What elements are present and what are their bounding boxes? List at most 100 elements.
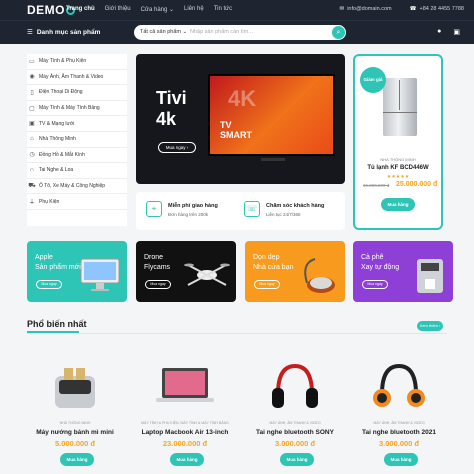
- promo-drone[interactable]: Drone Flycams Mua ngay: [136, 241, 236, 302]
- sidebar-item[interactable]: ▢ Máy Tính & Máy Tính Bảng: [27, 101, 127, 117]
- phone-icon: ▯: [30, 89, 34, 96]
- sidebar-item[interactable]: ⛟ Ô Tô, Xe Máy & Công Nghiệp: [27, 179, 127, 195]
- tv-icon: ▣: [29, 121, 35, 128]
- search-box: Tất cả sản phẩm ⌄ Nhập sản phẩm cần tìm.…: [134, 25, 346, 40]
- user-icon[interactable]: ●: [437, 28, 441, 36]
- fridge-image[interactable]: [383, 78, 417, 136]
- nav-home[interactable]: Trang chủ: [66, 6, 95, 13]
- tv-image: 4K TV SMART: [208, 74, 335, 156]
- tablet-icon: ▢: [29, 105, 35, 112]
- product-card: MÁY ẢNH, ÂM THANH & VIDEO Tai nghe bluet…: [240, 346, 350, 474]
- search-category-select[interactable]: Tất cả sản phẩm ⌄: [140, 29, 187, 35]
- nav-contact[interactable]: Liên hệ: [184, 6, 204, 13]
- main-nav: Trang chủ Giới thiệu Cửa hàng ⌄ Liên hệ …: [66, 6, 232, 13]
- rating-stars: ★★★★★: [386, 174, 410, 180]
- sidebar-item[interactable]: ▭ Máy Tính & Phụ Kiện: [27, 54, 127, 70]
- buy-button[interactable]: Mua hàng: [384, 453, 418, 466]
- product-price: 3.000.000 đ: [378, 439, 420, 448]
- nav-about[interactable]: Giới thiệu: [105, 6, 131, 13]
- user-actions: ● ▣: [437, 28, 460, 36]
- product-name[interactable]: Tai nghe bluetooth 2021: [344, 429, 454, 436]
- contact-info: ✉ info@domain.com ☎ +84 28 4455 7788: [340, 6, 464, 12]
- search-input[interactable]: Nhập sản phẩm cần tìm...: [190, 29, 253, 35]
- headphone-image[interactable]: [262, 362, 328, 412]
- headphone-image[interactable]: [366, 362, 432, 412]
- deal-card: Giảm giá NHÀ THÔNG MINH Tủ lạnh KF BCD44…: [353, 54, 443, 230]
- laptop-image[interactable]: [152, 362, 218, 412]
- product-name[interactable]: Laptop Macbook Air 13-inch: [130, 429, 240, 436]
- watch-icon: ◷: [29, 152, 35, 159]
- phone-link[interactable]: ☎ +84 28 4455 7788: [410, 6, 464, 12]
- section-divider: [27, 333, 447, 334]
- deal-product-name[interactable]: Tủ lạnh KF BCD446W: [355, 165, 441, 171]
- sidebar-item[interactable]: ∩ Tai Nghe & Loa: [27, 163, 127, 179]
- sidebar-item-label: Tai Nghe & Loa: [39, 167, 74, 174]
- deal-buy-button[interactable]: Mua hàng: [381, 198, 415, 211]
- category-sidebar: ▭ Máy Tính & Phụ Kiện ◉ Máy Ảnh, Âm Thanh &…: [27, 54, 127, 226]
- laptop-icon: ▭: [29, 58, 35, 65]
- toaster-image[interactable]: [42, 362, 108, 412]
- nav-shop[interactable]: Cửa hàng ⌄: [141, 6, 174, 13]
- buy-button[interactable]: Mua hàng: [280, 453, 314, 466]
- sidebar-item-label: TV & Mạng lưới: [39, 120, 75, 127]
- hero-buy-button[interactable]: Mua ngay ›: [158, 142, 196, 153]
- product-price: 3.000.000 đ: [274, 439, 316, 448]
- phone-icon: ☎: [409, 6, 417, 12]
- map-icon: ⌖: [146, 201, 162, 217]
- car-icon: ⛟: [28, 183, 36, 190]
- email-link[interactable]: ✉ info@domain.com: [340, 6, 392, 12]
- promo-apple-button[interactable]: Mua ngay: [36, 280, 62, 289]
- sidebar-item-label: Máy Tính & Phụ Kiện: [39, 58, 87, 65]
- old-price: 36.000.000 đ: [363, 183, 390, 188]
- drone-image: [184, 263, 230, 286]
- sidebar-item[interactable]: ⏚ Phụ Kiện: [27, 194, 127, 210]
- sidebar-item[interactable]: ◷ Đồng Hồ & Mắt Kính: [27, 148, 127, 164]
- top-bar: DEMO Trang chủ Giới thiệu Cửa hàng ⌄ Liê…: [0, 0, 474, 20]
- sidebar-item-label: Máy Tính & Máy Tính Bảng: [39, 105, 100, 112]
- deal-price: 25.000.000 đ: [396, 181, 438, 188]
- promo-apple[interactable]: Apple Sản phẩm mới Mua ngay: [27, 241, 127, 302]
- product-card: MÁY TÍNH & PHỤ KIỆN, MÁY TÍNH & MÁY TÍNH…: [130, 346, 240, 474]
- product-card: MÁY ẢNH, ÂM THANH & VIDEO Tai nghe bluet…: [344, 346, 454, 474]
- mail-icon: ✉: [339, 6, 345, 12]
- sidebar-item[interactable]: ◉ Máy Ảnh, Âm Thanh & Video: [27, 70, 127, 86]
- menu-icon: ☰: [27, 29, 33, 36]
- features-bar: ⌖ Miễn phí giao hàng Đơn hàng trên 200k …: [136, 192, 345, 230]
- sidebar-item-label: Nhà Thông Minh: [39, 136, 76, 143]
- hero-title: Tivi 4k: [156, 88, 187, 129]
- sidebar-item-label: Đồng Hồ & Mắt Kính: [39, 151, 85, 158]
- product-price: 5.000.000 đ: [54, 439, 96, 448]
- home-icon: ⌂: [30, 136, 34, 143]
- sidebar-item[interactable]: ▯ Điện Thoại Di Động: [27, 85, 127, 101]
- sidebar-item[interactable]: ▣ TV & Mạng lưới: [27, 116, 127, 132]
- product-name[interactable]: Máy nướng bánh mì mini: [20, 429, 130, 436]
- plug-icon: ⏚: [28, 200, 35, 207]
- product-name[interactable]: Tai nghe bluetooth SONY: [240, 429, 350, 436]
- promo-coffee-button[interactable]: Mua ngay: [362, 280, 388, 289]
- popular-section-title: Phổ biến nhất: [27, 319, 87, 329]
- promo-cleaning[interactable]: Dọn dẹp Nhà cửa bạn Mua ngay: [245, 241, 345, 302]
- category-menu-button[interactable]: ☰ Danh mục sản phẩm: [27, 28, 100, 36]
- see-more-button[interactable]: Xem thêm ›: [417, 321, 443, 331]
- sidebar-item-label: Điện Thoại Di Động: [39, 89, 83, 96]
- search-bar: ☰ Danh mục sản phẩm Tất cả sản phẩm ⌄ Nhậ…: [0, 20, 474, 44]
- discount-badge: Giảm giá: [360, 67, 386, 93]
- product-card: NHÀ THÔNG MINH Máy nướng bánh mì mini 5.…: [20, 346, 130, 474]
- nav-news[interactable]: Tin tức: [214, 6, 232, 13]
- cart-icon[interactable]: ▣: [453, 28, 460, 36]
- sidebar-item[interactable]: ⌂ Nhà Thông Minh: [27, 132, 127, 148]
- vacuum-image: [304, 258, 335, 293]
- headphone-icon: ∩: [29, 167, 35, 174]
- coffee-machine-image: [417, 259, 443, 293]
- buy-button[interactable]: Mua hàng: [60, 453, 94, 466]
- buy-button[interactable]: Mua hàng: [170, 453, 204, 466]
- promo-coffee[interactable]: Cà phê Xay tự động Mua ngay: [353, 241, 453, 302]
- hero-banner: Tivi 4k Mua ngay › 4K TV SMART: [136, 54, 345, 184]
- promo-cleaning-button[interactable]: Mua ngay: [254, 280, 280, 289]
- camera-icon: ◉: [29, 74, 35, 81]
- phone-support-icon: ☏: [244, 201, 260, 217]
- search-button[interactable]: ⌕: [332, 26, 345, 39]
- deal-brand: NHÀ THÔNG MINH: [380, 157, 416, 162]
- promo-drone-button[interactable]: Mua ngay: [145, 280, 171, 289]
- product-price: 23.000.000 đ: [162, 439, 208, 448]
